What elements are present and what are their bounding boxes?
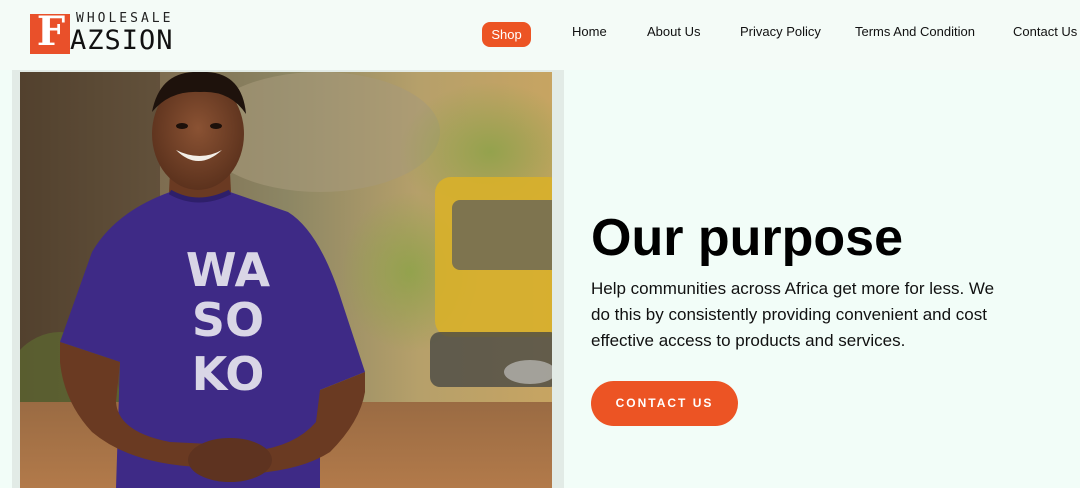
shirt-text-line-3: KO [192,347,265,401]
brand-logo[interactable]: F WHOLESALE AZSION [30,8,200,58]
logo-tagline: WHOLESALE [76,11,174,26]
shirt-text-line-2: SO [192,293,264,347]
nav-home-link[interactable]: Home [572,24,607,40]
nav-about-link[interactable]: About Us [647,24,700,40]
logo-letter: F [36,8,66,55]
nav-privacy-link[interactable]: Privacy Policy [740,24,821,40]
nav-terms-link[interactable]: Terms And Condition [855,24,975,40]
shirt-text-line-1: WA [186,243,271,297]
contact-us-button[interactable]: CONTACT US [591,381,738,426]
nav-shop-button[interactable]: Shop [482,22,531,47]
nav-contact-link[interactable]: Contact Us [1013,24,1077,40]
hero-photo: WA SO KO [20,72,552,488]
section-description: Help communities across Africa get more … [591,279,995,350]
logo-wordmark: AZSION [70,25,174,56]
site-header: F WHOLESALE AZSION Shop Home About Us Pr… [0,0,1080,70]
section-title: Our purpose [591,209,904,267]
